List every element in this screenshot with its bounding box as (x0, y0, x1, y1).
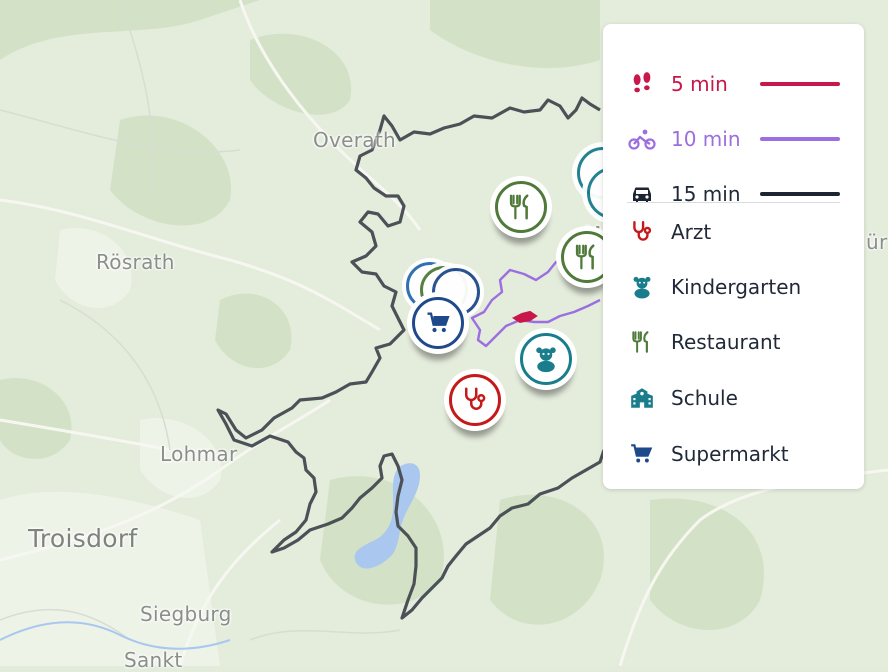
legend-item-schule[interactable]: Schule (627, 378, 840, 418)
poi-marker-supermarkt[interactable] (407, 292, 469, 354)
walking-footprints-icon (627, 69, 657, 99)
legend-panel: 5 min 10 min 15 min Arzt Kindergarten Re… (603, 24, 864, 489)
legend-item-supermarkt[interactable]: Supermarkt (627, 434, 840, 474)
legend-label-arzt: Arzt (671, 220, 712, 244)
place-label-lohmar: Lohmar (160, 442, 238, 466)
poi-marker-arzt[interactable] (444, 369, 506, 431)
legend-label-schule: Schule (671, 386, 738, 410)
legend-item-15-min[interactable]: 15 min (627, 174, 840, 214)
legend-divider (627, 202, 840, 203)
teddy-bear-icon (536, 347, 556, 373)
bicycle-icon (627, 124, 657, 154)
place-label-roesrath: Rösrath (96, 250, 175, 274)
legend-label-restaurant: Restaurant (671, 330, 781, 354)
poi-marker-kindergarten[interactable] (515, 328, 577, 390)
legend-item-kindergarten[interactable]: Kindergarten (627, 267, 840, 307)
legend-item-10-min[interactable]: 10 min (627, 119, 840, 159)
legend-label-kindergarten: Kindergarten (671, 275, 802, 299)
fork-knife-icon (509, 194, 529, 220)
fork-knife-icon (627, 327, 657, 357)
place-label-overath: Overath (313, 128, 396, 152)
place-label-siegburg: Siegburg (140, 602, 232, 626)
car-icon (627, 179, 657, 209)
legend-line-5-min (760, 82, 840, 86)
place-label-troisdorf: Troisdorf (28, 524, 138, 553)
legend-label-10-min: 10 min (671, 127, 741, 151)
shopping-cart-icon (427, 312, 450, 333)
place-label-sankt: Sankt (124, 648, 183, 672)
school-icon (627, 383, 657, 413)
fork-knife-icon (575, 244, 595, 270)
legend-label-5-min: 5 min (671, 72, 728, 96)
legend-item-5-min[interactable]: 5 min (627, 64, 840, 104)
stethoscope-icon (465, 387, 486, 410)
legend-line-15-min (760, 192, 840, 196)
place-label-right: ür (866, 230, 888, 254)
legend-line-10-min (760, 137, 840, 141)
legend-item-restaurant[interactable]: Restaurant (627, 322, 840, 362)
poi-marker-restaurant[interactable] (490, 176, 552, 238)
shopping-cart-icon (627, 439, 657, 469)
teddy-bear-icon (627, 272, 657, 302)
legend-item-arzt[interactable]: Arzt (627, 212, 840, 252)
stethoscope-icon (627, 217, 657, 247)
legend-label-supermarkt: Supermarkt (671, 442, 789, 466)
